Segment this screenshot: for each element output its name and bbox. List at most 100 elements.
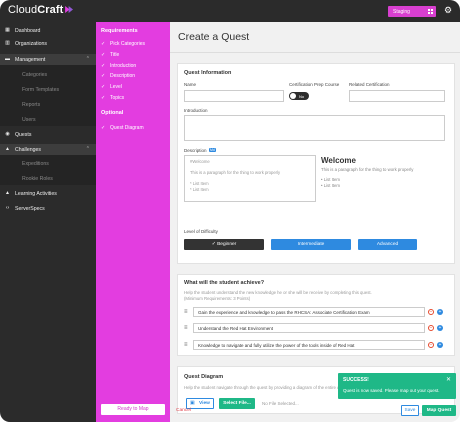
preview-list-item: • List Item xyxy=(321,183,340,188)
requirements-title: Requirements xyxy=(101,28,138,34)
app-logo[interactable]: CloudCraft xyxy=(8,4,74,16)
triangle-icon: ▲ xyxy=(5,190,10,196)
requirement-label: Introduction xyxy=(110,63,137,69)
divider xyxy=(170,52,460,53)
achievements-minimum: (Minimum Requirements: 3 Points) xyxy=(184,296,251,301)
sidebar-item-reports[interactable]: Reports xyxy=(0,99,96,110)
sidebar-item-challenges[interactable]: ▲ Challenges ⌃ xyxy=(0,144,96,155)
cert-prep-toggle[interactable]: No xyxy=(289,92,309,100)
level-label-text: Beginner xyxy=(217,242,237,247)
remove-icon[interactable]: − xyxy=(428,342,434,348)
requirement-label: Pick Categories xyxy=(110,41,146,47)
close-icon[interactable]: ✕ xyxy=(446,376,451,383)
image-icon: ▣ xyxy=(190,401,195,406)
grid-icon xyxy=(428,9,433,14)
requirement-item: ✓ Quest Diagram xyxy=(101,125,144,131)
sidebar-item-categories[interactable]: Categories xyxy=(0,69,96,80)
drag-handle-icon[interactable]: ≡ xyxy=(184,309,188,315)
description-preview: Welcome This is a paragraph for the thin… xyxy=(321,155,446,202)
code-icon: ‹› xyxy=(5,205,10,211)
chevron-up-icon: ⌃ xyxy=(85,146,90,152)
add-icon[interactable]: + xyxy=(437,342,443,348)
quest-information-card: Quest Information Name Certification Pre… xyxy=(177,63,455,264)
toggle-knob xyxy=(290,93,296,99)
card-title: Quest Information xyxy=(184,70,232,76)
add-icon[interactable]: + xyxy=(437,325,443,331)
achievement-input[interactable]: Understand the Red Hat Environment xyxy=(193,323,425,333)
requirement-item: ✓ Introduction xyxy=(101,63,136,69)
editor-line: This is a paragraph for the thing to wor… xyxy=(190,170,281,175)
sidebar-item-learning-activities[interactable]: ▲ Learning Activities xyxy=(0,188,96,199)
environment-switcher[interactable]: Staging xyxy=(388,6,436,17)
sidebar-item-quests[interactable]: ◉ Quests xyxy=(0,129,96,140)
sidebar-item-label: Quests xyxy=(15,132,32,138)
sidebar-item-label: Categories xyxy=(22,72,48,78)
markdown-icon: Md xyxy=(208,148,217,152)
environment-label: Staging xyxy=(393,9,410,15)
achievement-input[interactable]: Gain the experience and knowledge to pas… xyxy=(193,307,425,317)
related-cert-input[interactable] xyxy=(349,90,445,102)
toast-title: SUCCESS! xyxy=(343,377,369,383)
remove-icon[interactable]: − xyxy=(428,325,434,331)
introduction-label: Introduction xyxy=(184,108,208,113)
check-icon: ✓ xyxy=(101,125,106,131)
achievement-row: ≡ Knowledge to navigate and fully utiliz… xyxy=(184,340,446,350)
level-beginner-button[interactable]: ✓ Beginner xyxy=(184,239,264,250)
drag-handle-icon[interactable]: ≡ xyxy=(184,342,188,348)
sidebar-item-management[interactable]: ▬ Management ⌃ xyxy=(0,54,96,65)
select-file-button[interactable]: Select File... xyxy=(219,398,255,409)
requirement-label: Level xyxy=(110,84,122,90)
editor-line: * List Item xyxy=(190,187,209,192)
drag-handle-icon[interactable]: ≡ xyxy=(184,325,188,331)
requirements-panel: Requirements ✓ Pick Categories ✓ Title ✓ In… xyxy=(96,22,170,422)
sidebar-item-users[interactable]: Users xyxy=(0,114,96,125)
map-quest-button[interactable]: Map Quest xyxy=(422,405,456,416)
sidebar-item-expeditions[interactable]: Expeditions xyxy=(0,158,96,169)
level-label: Level of Difficulty xyxy=(184,229,218,234)
top-bar: CloudCraft Staging ⚙ xyxy=(0,0,460,22)
achievement-input[interactable]: Knowledge to navigate and fully utilize … xyxy=(193,340,425,350)
folder-icon: ▬ xyxy=(5,56,10,62)
compass-icon: ◉ xyxy=(5,131,10,137)
sidebar-item-label: Dashboard xyxy=(15,28,41,34)
card-title: Quest Diagram xyxy=(184,374,224,380)
preview-list-item: • List Item xyxy=(321,177,340,182)
name-input[interactable] xyxy=(184,90,284,102)
sidebar-item-label: Learning Activities xyxy=(15,191,57,197)
achievement-row: ≡ Gain the experience and knowledge to p… xyxy=(184,307,446,317)
sidebar-item-form-templates[interactable]: Form Templates xyxy=(0,84,96,95)
requirement-item: ✓ Pick Categories xyxy=(101,41,145,47)
check-icon: ✓ xyxy=(101,84,106,90)
cancel-link[interactable]: Cancel xyxy=(176,408,191,413)
introduction-input[interactable] xyxy=(184,115,445,141)
description-label: Description Md xyxy=(184,148,217,153)
requirement-label: Topics xyxy=(110,95,125,101)
ready-to-map-button[interactable]: Ready to Map xyxy=(101,404,165,415)
cert-prep-label: Certification Prep Course xyxy=(289,82,340,87)
sidebar-item-organizations[interactable]: ▥ Organizations xyxy=(0,38,96,49)
add-icon[interactable]: + xyxy=(437,309,443,315)
sidebar-item-serverspecs[interactable]: ‹› ServerSpecs xyxy=(0,203,96,214)
gear-icon[interactable]: ⚙ xyxy=(444,6,452,15)
remove-icon[interactable]: − xyxy=(428,309,434,315)
related-cert-label: Related Certification xyxy=(349,82,390,87)
sidebar-item-label: Form Templates xyxy=(22,87,60,93)
logo-text-light: Cloud xyxy=(8,4,38,16)
level-intermediate-button[interactable]: Intermediate xyxy=(271,239,351,250)
check-icon: ✓ xyxy=(101,52,106,58)
level-advanced-button[interactable]: Advanced xyxy=(358,239,417,250)
description-editor[interactable]: #Welcome This is a paragraph for the thi… xyxy=(184,155,316,202)
success-toast: SUCCESS! ✕ Quest is now saved. Please ma… xyxy=(338,373,456,399)
save-button[interactable]: Save xyxy=(401,405,419,416)
sidebar: ▦ Dashboard ▥ Organizations ▬ Management… xyxy=(0,22,96,422)
sidebar-item-label: Reports xyxy=(22,102,41,108)
sidebar-item-rookie-roles[interactable]: Rookie Roles xyxy=(0,173,96,184)
achievement-row: ≡ Understand the Red Hat Environment − + xyxy=(184,323,446,333)
requirement-label: Quest Diagram xyxy=(110,125,144,131)
mountain-icon: ▲ xyxy=(5,146,10,152)
sidebar-item-dashboard[interactable]: ▦ Dashboard xyxy=(0,25,96,36)
preview-paragraph: This is a paragraph for the thing to wor… xyxy=(321,167,414,172)
building-icon: ▥ xyxy=(5,40,10,46)
name-label: Name xyxy=(184,82,197,87)
file-status: No File Selected... xyxy=(262,401,299,406)
